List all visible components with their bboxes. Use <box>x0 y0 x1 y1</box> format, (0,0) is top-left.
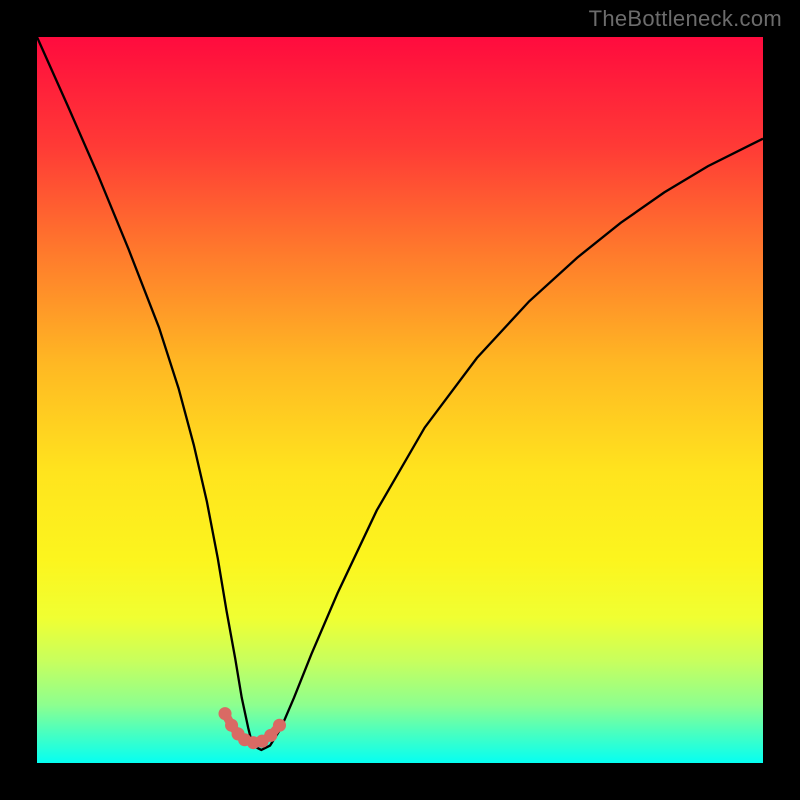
marker-dot <box>273 719 286 732</box>
bottleneck-curve <box>37 37 763 763</box>
watermark-text: TheBottleneck.com <box>589 6 782 32</box>
curve-path <box>37 37 763 750</box>
chart-root: TheBottleneck.com <box>0 0 800 800</box>
marker-dot <box>219 707 232 720</box>
plot-area <box>37 37 763 763</box>
marker-dot <box>264 729 277 742</box>
highlight-markers <box>219 707 287 749</box>
